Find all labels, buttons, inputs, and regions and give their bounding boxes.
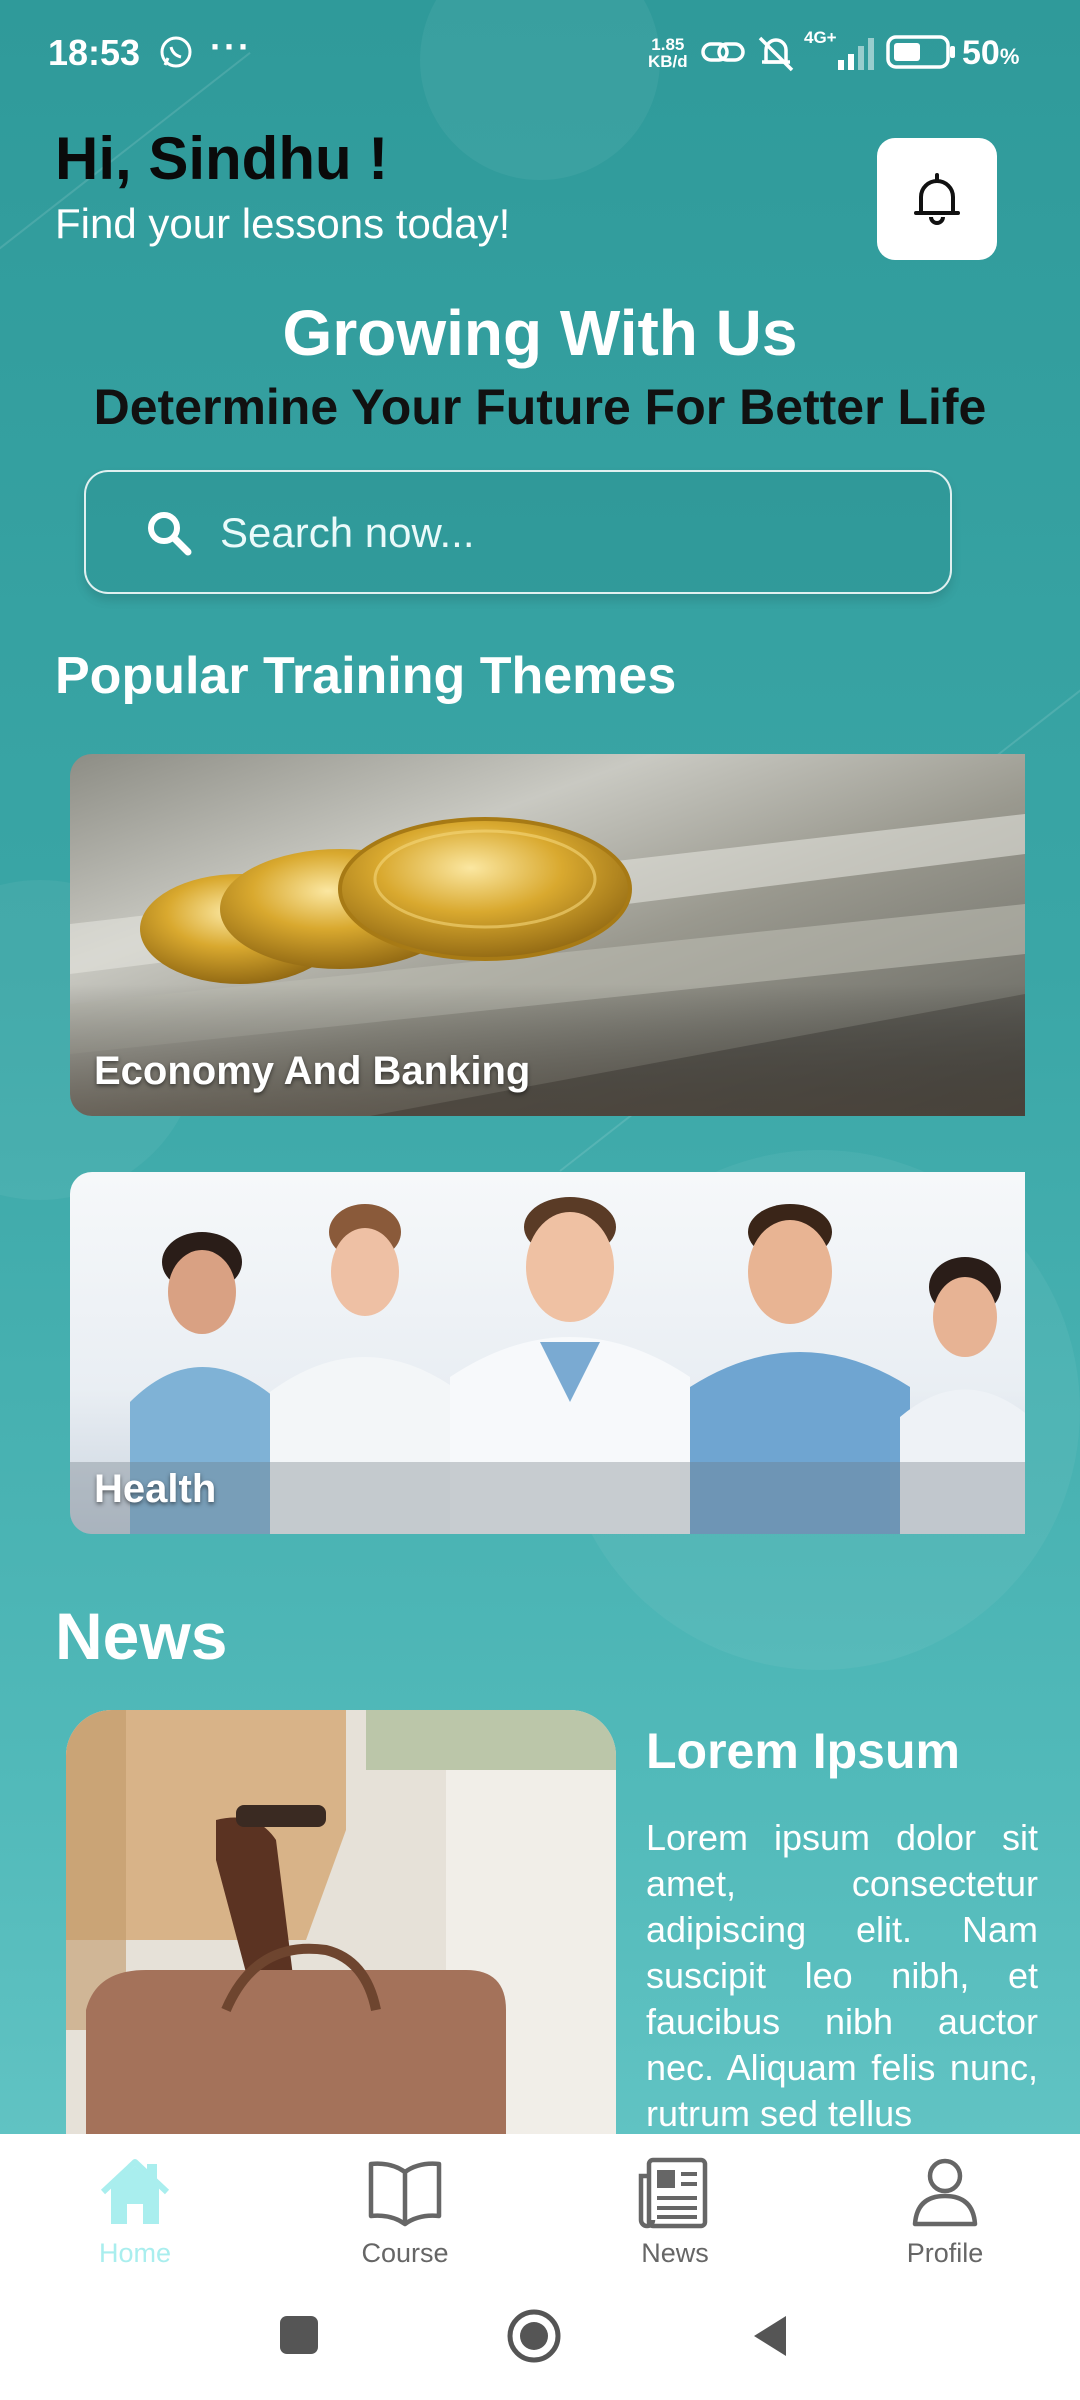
theme-card-economy[interactable]: Economy And Banking — [70, 754, 1025, 1116]
net-speed: 1.85 KB/d — [648, 36, 688, 70]
net-speed-unit: KB/d — [648, 52, 688, 71]
theme-label: Health — [94, 1467, 217, 1511]
bell-muted-icon — [758, 36, 794, 72]
greeting-subtitle: Find your lessons today! — [55, 200, 511, 247]
nav-course[interactable]: Course — [305, 2152, 505, 2269]
status-time: 18:53 — [48, 32, 141, 73]
themes-title: Popular Training Themes — [55, 647, 677, 705]
news-photo — [66, 1710, 616, 2140]
notifications-button[interactable] — [877, 138, 997, 260]
theme-label: Economy And Banking — [94, 1049, 531, 1093]
system-navigation-bar — [0, 2272, 1080, 2400]
hero-subtitle: Determine Your Future For Better Life — [93, 379, 987, 435]
status-bar: 18:53 ··· 1.85 KB/d 4G+ 50% — [0, 0, 1080, 105]
hero-title: Growing With Us — [282, 297, 798, 369]
newspaper-icon — [638, 2157, 708, 2229]
link-icon — [701, 42, 745, 62]
nav-label-home: Home — [98, 2238, 172, 2268]
signal-icon — [838, 38, 874, 70]
whatsapp-icon — [160, 36, 192, 68]
nav-label-profile: Profile — [906, 2238, 984, 2268]
news-title: News — [55, 1599, 228, 1673]
search-bar[interactable] — [84, 470, 952, 594]
nav-news[interactable]: News — [575, 2152, 775, 2269]
theme-card-health[interactable]: Health — [70, 1172, 1025, 1534]
back-icon[interactable] — [748, 2312, 792, 2360]
book-icon — [368, 2161, 442, 2227]
home-icon — [100, 2159, 170, 2224]
greeting: Hi, Sindhu ! — [55, 125, 389, 192]
bottom-navigation: Home Course News Profile — [0, 2134, 1080, 2272]
nav-home[interactable]: Home — [35, 2152, 235, 2269]
search-icon — [148, 512, 192, 556]
news-article-title[interactable]: Lorem Ipsum — [646, 1722, 960, 1780]
nav-label-course: Course — [361, 2238, 449, 2268]
recents-icon[interactable] — [278, 2314, 322, 2358]
battery-unit: % — [999, 44, 1020, 69]
news-image[interactable] — [66, 1710, 616, 2140]
background-line — [989, 674, 1080, 762]
nav-profile[interactable]: Profile — [845, 2152, 1045, 2269]
search-input[interactable] — [218, 492, 902, 574]
home-screen: 18:53 ··· 1.85 KB/d 4G+ 50% Hi, Sindhu !… — [0, 0, 1080, 2400]
nav-label-news: News — [641, 2238, 709, 2268]
news-article-body: Lorem ipsum dolor sit amet, consectetur … — [646, 1817, 1038, 2134]
home-system-icon[interactable] — [506, 2308, 562, 2364]
battery-value: 50 — [962, 34, 1000, 72]
more-notifications-icon: ··· — [210, 26, 252, 67]
battery-percent: 50% — [962, 34, 1019, 73]
bell-icon — [914, 173, 960, 225]
battery-icon — [886, 35, 955, 69]
profile-icon — [912, 2158, 978, 2227]
